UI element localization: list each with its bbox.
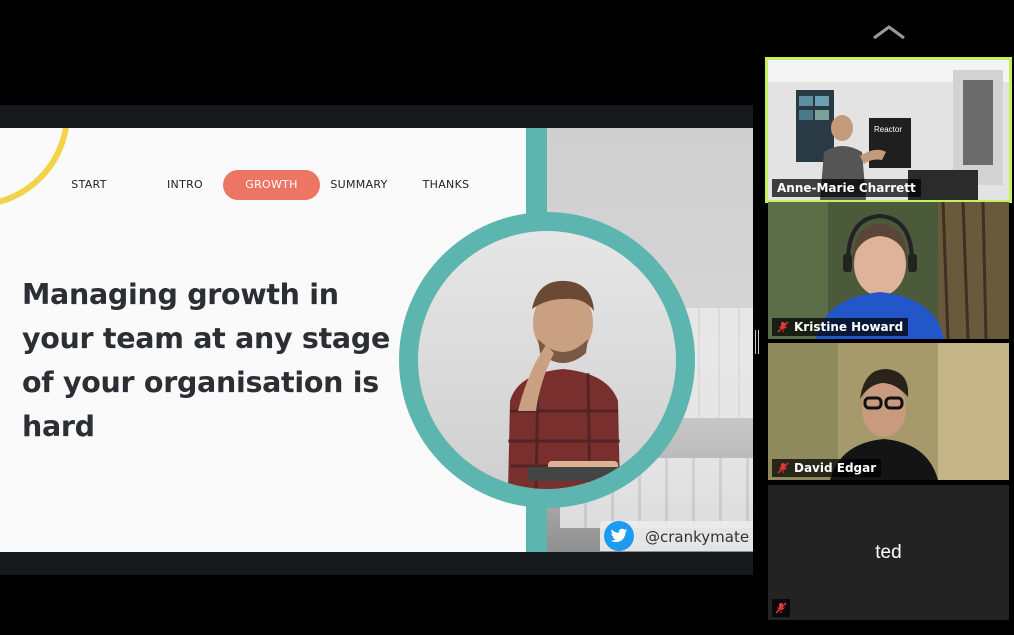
portrait-photo xyxy=(418,231,676,489)
nav-growth: GROWTH xyxy=(223,170,320,200)
tired-man-illustration xyxy=(508,280,638,489)
mic-muted-icon xyxy=(775,602,787,614)
participant-tile-anne-marie[interactable]: Reactor Anne-Marie Charrett xyxy=(765,57,1012,203)
participant-name: Anne-Marie Charrett xyxy=(777,181,916,195)
panel-resize-handle[interactable] xyxy=(755,330,759,354)
participant-tile-kristine[interactable]: Kristine Howard xyxy=(768,202,1009,339)
nav-start: START xyxy=(71,178,107,191)
slide-headline: Managing growth in your team at any stag… xyxy=(22,278,390,443)
mic-muted-icon xyxy=(777,462,789,474)
participant-name-label: Anne-Marie Charrett xyxy=(772,179,921,197)
participant-name: Kristine Howard xyxy=(794,320,904,334)
participant-tile-david[interactable]: David Edgar xyxy=(768,343,1009,480)
nav-summary: SUMMARY xyxy=(330,178,388,191)
participant-name-label: David Edgar xyxy=(772,459,882,477)
shared-screen: START INTRO GROWTH SUMMARY THANKS Managi… xyxy=(0,105,753,575)
slide-nav: START INTRO GROWTH SUMMARY THANKS xyxy=(0,170,520,204)
svg-text:Reactor: Reactor xyxy=(874,125,902,134)
nav-intro: INTRO xyxy=(167,178,203,191)
participant-name: David Edgar xyxy=(794,461,877,475)
twitter-handle-badge: @crankymate xyxy=(600,521,753,551)
nav-thanks: THANKS xyxy=(422,178,470,191)
participant-name: ted xyxy=(875,541,902,563)
twitter-handle: @crankymate xyxy=(645,528,750,546)
participant-name-label: Kristine Howard xyxy=(772,318,909,336)
chevron-up-icon[interactable] xyxy=(872,24,906,40)
portrait-ring xyxy=(399,212,695,508)
mic-muted-icon xyxy=(777,321,789,333)
participant-tile-ted[interactable]: ted xyxy=(768,485,1009,620)
mute-indicator xyxy=(772,599,790,617)
twitter-bird-icon xyxy=(604,521,634,551)
presentation-slide: START INTRO GROWTH SUMMARY THANKS Managi… xyxy=(0,128,753,552)
